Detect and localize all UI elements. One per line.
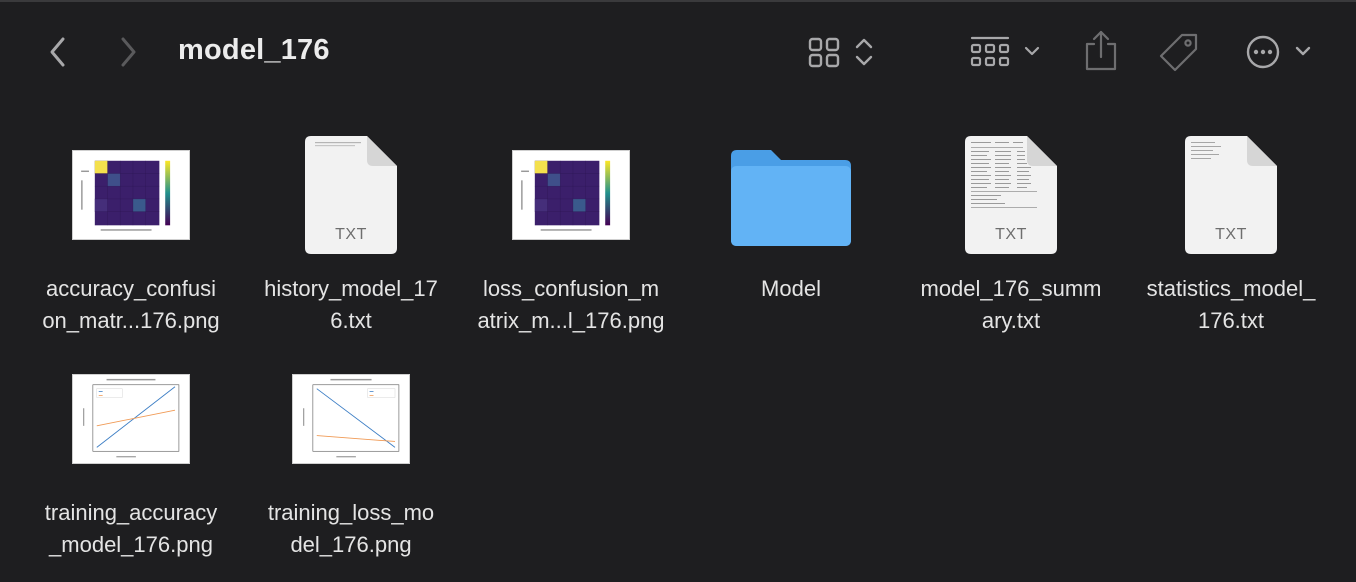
file-type-badge: TXT [995, 226, 1027, 243]
file-name: statistics_model_ 176.txt [1146, 276, 1316, 333]
group-icon [970, 36, 1040, 67]
view-mode-button[interactable] [804, 32, 880, 72]
share-icon [1085, 30, 1117, 71]
window-title: model_176 [178, 34, 330, 66]
confusion-matrix-thumbnail [72, 150, 190, 240]
more-actions-button[interactable] [1242, 30, 1316, 74]
file-item-training-loss[interactable]: training_loss_mo del_176.png [241, 354, 461, 564]
file-type-badge: TXT [335, 226, 367, 243]
file-name: training_accuracy _model_176.png [44, 500, 218, 557]
grid-view-icon [808, 37, 873, 68]
back-button[interactable] [40, 32, 76, 72]
file-name: Model [761, 276, 821, 301]
file-name: loss_confusion_m atrix_m...l_176.png [477, 276, 665, 333]
file-item-statistics-txt[interactable]: TXT statistics_model_ 176.txt [1121, 130, 1341, 340]
chevron-left-icon [50, 37, 65, 67]
confusion-matrix-thumbnail [512, 150, 630, 240]
file-item-training-accuracy[interactable]: training_accuracy _model_176.png [21, 354, 241, 564]
file-name: training_loss_mo del_176.png [267, 500, 435, 557]
txt-document-icon: TXT [305, 136, 397, 254]
file-item-accuracy-confusion-matrix[interactable]: accuracy_confusi on_matr...176.png [21, 130, 241, 340]
file-item-history-txt[interactable]: TXT history_model_17 6.txt [241, 130, 461, 340]
folder-icon [731, 150, 851, 246]
chevron-right-icon [121, 37, 136, 67]
txt-document-icon: TXT [1185, 136, 1277, 254]
tag-button[interactable] [1156, 30, 1202, 74]
file-name: model_176_summ ary.txt [920, 276, 1102, 333]
file-type-badge: TXT [1215, 226, 1247, 243]
file-item-model-summary-txt[interactable]: TXT model_176_summ ary.txt [901, 130, 1121, 340]
line-chart-thumbnail [292, 374, 410, 464]
ellipsis-circle-icon [1246, 35, 1311, 69]
txt-document-icon: TXT [965, 136, 1057, 254]
line-chart-thumbnail [72, 374, 190, 464]
file-name: history_model_17 6.txt [264, 276, 438, 333]
file-name: accuracy_confusi on_matr...176.png [42, 276, 220, 333]
share-button[interactable] [1080, 28, 1122, 74]
file-item-loss-confusion-matrix[interactable]: loss_confusion_m atrix_m...l_176.png [461, 130, 681, 340]
toolbar: model_176 [0, 0, 1356, 104]
tag-icon [1159, 33, 1198, 72]
forward-button[interactable] [110, 32, 146, 72]
folder-item-model[interactable]: Model [681, 130, 901, 340]
group-button[interactable] [966, 30, 1046, 74]
